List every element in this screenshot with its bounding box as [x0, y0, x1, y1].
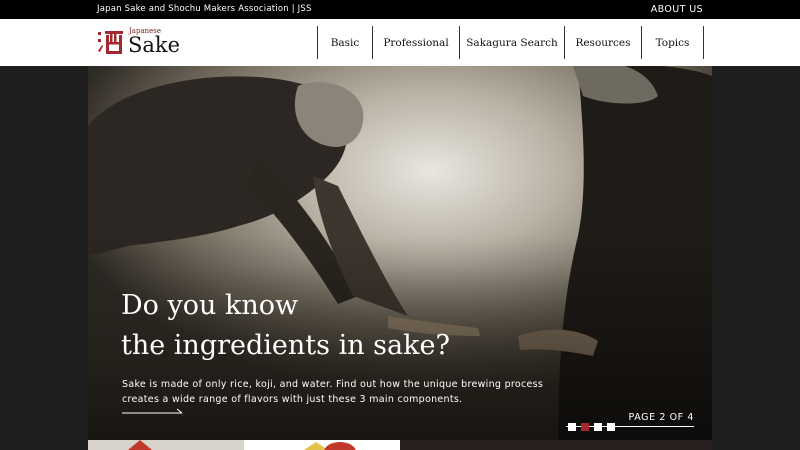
- sake-kanji-logo-icon: [97, 29, 124, 55]
- slide-dot-2[interactable]: [581, 423, 589, 431]
- hero-headline-line1: Do you know: [121, 290, 299, 321]
- hero-slider[interactable]: Do you know the ingredients in sake? Sak…: [88, 66, 712, 440]
- site-header: Japanese Sake Basic Professional Sakagur…: [0, 19, 800, 66]
- top-bar: Japan Sake and Shochu Makers Association…: [0, 0, 800, 19]
- thumbnail-3[interactable]: [400, 440, 712, 450]
- association-name: Japan Sake and Shochu Makers Association…: [97, 4, 312, 14]
- nav-basic[interactable]: Basic: [317, 26, 372, 59]
- slide-dot-1[interactable]: [568, 423, 576, 431]
- hero-headline-line2: the ingredients in sake?: [121, 330, 450, 361]
- main-nav: Basic Professional Sakagura Search Resou…: [317, 26, 704, 59]
- about-us-link[interactable]: ABOUT US: [651, 4, 703, 15]
- slide-page-indicator: PAGE 2 OF 4: [628, 412, 694, 423]
- nav-resources[interactable]: Resources: [564, 26, 641, 59]
- slide-dot-4[interactable]: [607, 423, 615, 431]
- read-more-arrow-icon[interactable]: [122, 408, 184, 416]
- nav-professional[interactable]: Professional: [372, 26, 459, 59]
- nav-topics[interactable]: Topics: [641, 26, 704, 59]
- thumbnail-1[interactable]: [88, 440, 244, 450]
- thumbnail-strip: [88, 440, 712, 450]
- hero-headline: Do you know the ingredients in sake?: [121, 286, 450, 366]
- slide-dots: [568, 423, 615, 431]
- thumbnail-2[interactable]: [244, 440, 400, 450]
- nav-sakagura-search[interactable]: Sakagura Search: [459, 26, 564, 59]
- hero-description: Sake is made of only rice, koji, and wat…: [122, 379, 544, 405]
- logo-title: Sake: [128, 33, 181, 57]
- slide-dot-3[interactable]: [594, 423, 602, 431]
